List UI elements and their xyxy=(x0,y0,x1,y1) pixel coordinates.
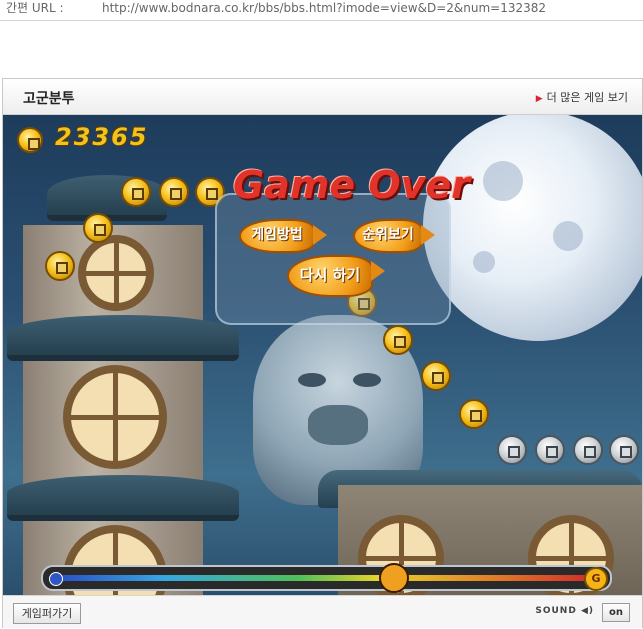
moon-crater xyxy=(483,161,523,201)
url-label: 간편 URL : xyxy=(6,1,64,15)
gold-coin xyxy=(159,177,189,207)
pagoda-roof xyxy=(7,475,239,521)
panel-header: 고군분투 ▶ 더 많은 게임 보기 xyxy=(3,79,642,115)
silver-coin xyxy=(535,435,565,465)
arrow-right-icon: ▶ xyxy=(535,94,543,104)
silver-coin xyxy=(497,435,527,465)
statue-eye xyxy=(298,373,326,387)
progress-bar xyxy=(55,575,595,581)
tower-window xyxy=(78,235,154,311)
silver-coin xyxy=(609,435,639,465)
game-over-title: Game Over xyxy=(233,163,471,207)
gold-coin xyxy=(421,361,451,391)
sound-label: SOUND ◀) xyxy=(535,606,594,616)
gold-coin xyxy=(83,213,113,243)
gold-coin xyxy=(121,177,151,207)
score-counter: 23365 xyxy=(55,123,149,151)
embed-game-button[interactable]: 게임퍼가기 xyxy=(13,603,81,624)
sound-toggle-button[interactable]: on xyxy=(602,603,630,622)
goal-icon: G xyxy=(584,567,608,591)
score-coin-icon xyxy=(17,127,43,153)
moon-crater xyxy=(473,251,495,273)
sound-label-text: SOUND xyxy=(535,606,577,616)
pagoda-tower xyxy=(23,225,203,595)
gold-coin xyxy=(383,325,413,355)
gold-coin xyxy=(459,399,489,429)
url-bar: 간편 URL : http://www.bodnara.co.kr/bbs/bb… xyxy=(0,0,643,21)
tower-window xyxy=(63,365,167,469)
statue-eye xyxy=(353,373,381,387)
more-games-link[interactable]: ▶ 더 많은 게임 보기 xyxy=(536,89,628,105)
gold-coin xyxy=(45,251,75,281)
statue-mouth xyxy=(308,405,368,445)
moon-crater xyxy=(553,221,583,251)
speaker-icon: ◀) xyxy=(580,606,594,616)
moon xyxy=(423,115,642,341)
game-canvas[interactable]: 23365 Game Over 게임방법 순위보기 다시 하기 G xyxy=(3,115,642,595)
cat-face-icon xyxy=(379,563,409,593)
how-to-play-button[interactable]: 게임방법 xyxy=(239,219,327,253)
start-dot-icon xyxy=(49,572,63,586)
game-panel: 고군분투 ▶ 더 많은 게임 보기 23365 Game Over 게임방법 순… xyxy=(2,78,643,628)
game-title: 고군분투 xyxy=(23,91,75,107)
play-again-button[interactable]: 다시 하기 xyxy=(287,255,385,297)
pagoda-roof xyxy=(7,315,239,361)
game-footer: 게임퍼가기 SOUND ◀) on xyxy=(3,595,642,628)
url-value[interactable]: http://www.bodnara.co.kr/bbs/bbs.html?im… xyxy=(102,0,546,16)
silver-coin xyxy=(573,435,603,465)
more-games-label: 더 많은 게임 보기 xyxy=(546,91,628,104)
progress-track: G xyxy=(41,563,612,593)
ranking-button[interactable]: 순위보기 xyxy=(353,219,435,253)
